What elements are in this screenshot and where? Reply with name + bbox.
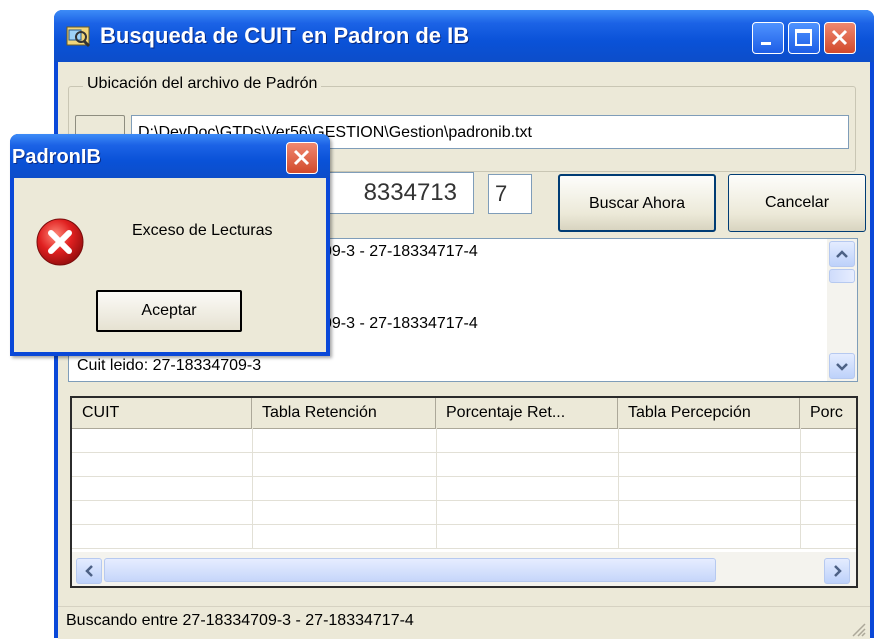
chevron-down-icon [836,363,848,371]
chevron-right-icon [834,565,842,577]
grid-col-line [618,428,619,548]
column-header-porcentaje-ret[interactable]: Porcentaje Ret... [436,398,618,428]
close-button[interactable] [824,22,856,54]
grid-row-line [72,524,856,525]
chevron-left-icon [85,565,93,577]
log-line: 09-3 - 27-18334717-4 [323,243,478,260]
dialog-close-button[interactable] [286,142,318,174]
log-scroll-thumb[interactable] [829,269,855,283]
dialog-title-bar[interactable]: PadronIB [10,134,330,178]
search-now-button[interactable]: Buscar Ahora [558,174,716,232]
error-icon [36,218,84,266]
grid-row-line [72,476,856,477]
file-location-legend: Ubicación del archivo de Padrón [83,75,322,93]
grid-horizontal-scrollbar[interactable] [72,552,856,586]
grid-col-line [252,428,253,548]
error-dialog: PadronIB Exceso de Lecturas Aceptar [10,134,330,356]
log-vertical-scrollbar[interactable] [827,239,857,381]
resize-grip-icon[interactable] [848,619,866,637]
scroll-left-button[interactable] [76,558,102,584]
scroll-down-button[interactable] [829,353,855,379]
window-title: Busqueda de CUIT en Padron de IB [100,23,470,48]
search-app-icon [66,26,91,48]
results-grid[interactable]: CUIT Tabla Retención Porcentaje Ret... T… [70,396,858,588]
accept-label: Aceptar [141,302,197,319]
scroll-right-button[interactable] [824,558,850,584]
close-icon [293,149,310,166]
scroll-up-button[interactable] [829,241,855,267]
maximize-icon [795,29,812,46]
dialog-body: Exceso de Lecturas Aceptar [14,178,326,352]
dialog-message: Exceso de Lecturas [132,222,273,239]
log-line: Cuit leido: 27-18334709-3 [77,357,262,374]
grid-row-line [72,548,856,549]
minimize-button[interactable] [752,22,784,54]
grid-row-line [72,452,856,453]
check-digit-input[interactable]: 7 [488,174,532,214]
chevron-up-icon [836,250,848,258]
maximize-button[interactable] [788,22,820,54]
cancel-button[interactable]: Cancelar [728,174,866,232]
column-header-cuit[interactable]: CUIT [72,398,252,428]
column-header-tabla-retencion[interactable]: Tabla Retención [252,398,436,428]
cancel-label: Cancelar [764,194,830,211]
close-icon [831,29,848,46]
grid-col-line [436,428,437,548]
minimize-icon [761,42,771,45]
dialog-title: PadronIB [12,146,101,168]
log-line: 09-3 - 27-18334717-4 [323,315,478,332]
grid-row-line [72,500,856,501]
grid-col-line [800,428,801,548]
column-header-tabla-percepcion[interactable]: Tabla Percepción [618,398,800,428]
grid-scroll-thumb[interactable] [104,558,716,582]
main-title-bar[interactable]: Busqueda de CUIT en Padron de IB [54,10,874,62]
status-bar: Buscando entre 27-18334709-3 - 27-183347… [58,606,870,639]
status-text: Buscando entre 27-18334709-3 - 27-183347… [66,612,414,629]
column-header-porc[interactable]: Porc [800,398,856,428]
grid-header: CUIT Tabla Retención Porcentaje Ret... T… [72,398,856,429]
search-now-label: Buscar Ahora [588,195,686,212]
accept-button[interactable]: Aceptar [96,290,242,332]
